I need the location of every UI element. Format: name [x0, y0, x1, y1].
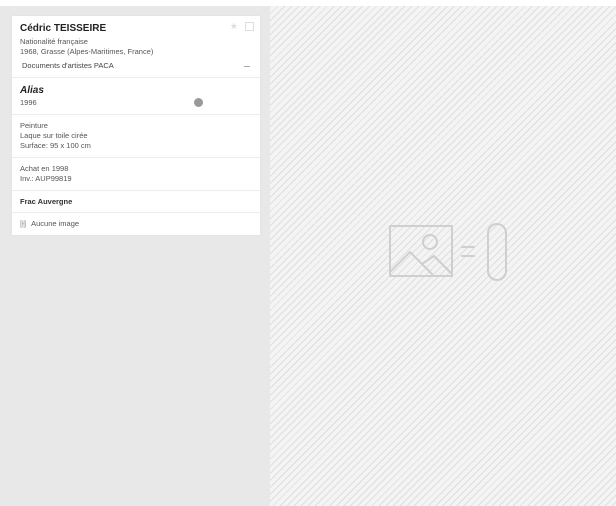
docs-link[interactable]: Documents d'artistes PACA: [22, 61, 114, 71]
artist-nationality: Nationalité française: [20, 37, 88, 46]
artist-section: ★ Cédric TEISSEIRE Nationalité française…: [12, 16, 260, 78]
work-section: Alias 1996: [12, 78, 260, 115]
artist-birth: 1968, Grasse (Alpes-Maritimes, France): [20, 47, 154, 56]
docs-link-row[interactable]: Documents d'artistes PACA: [20, 61, 252, 71]
image-count-icon: []-[]: [20, 220, 26, 228]
card-actions: ★: [230, 22, 254, 31]
star-icon[interactable]: ★: [230, 22, 238, 31]
images-row: []-[] Aucune image: [20, 219, 252, 229]
image-equals-zero-icon: [389, 223, 507, 281]
work-year: 1996: [20, 98, 37, 107]
acquisition-section: Achat en 1998 Inv.: AUP99819: [12, 158, 260, 191]
square-icon[interactable]: [245, 22, 254, 31]
status-dot-icon: [194, 98, 203, 107]
technique-medium: Laque sur toile cirée: [20, 131, 88, 140]
owner-name[interactable]: Frac Auvergne: [20, 197, 252, 206]
images-section: []-[] Aucune image: [12, 213, 260, 235]
acquisition-purchase: Achat en 1998: [20, 164, 69, 173]
left-panel: ★ Cédric TEISSEIRE Nationalité française…: [0, 6, 270, 506]
technique-dimensions: Surface: 95 x 100 cm: [20, 141, 91, 150]
acquisition-inventory: Inv.: AUP99819: [20, 174, 72, 183]
work-title: Alias: [20, 85, 44, 96]
owner-section: Frac Auvergne: [12, 191, 260, 213]
dash-icon: [244, 65, 250, 67]
artist-name[interactable]: Cédric TEISSEIRE: [20, 23, 252, 34]
image-viewer: [270, 6, 616, 506]
technique-section: Peinture Laque sur toile cirée Surface: …: [12, 115, 260, 158]
no-image-label: Aucune image: [31, 219, 80, 228]
technique-category: Peinture: [20, 121, 48, 130]
artwork-card: ★ Cédric TEISSEIRE Nationalité française…: [12, 16, 260, 235]
